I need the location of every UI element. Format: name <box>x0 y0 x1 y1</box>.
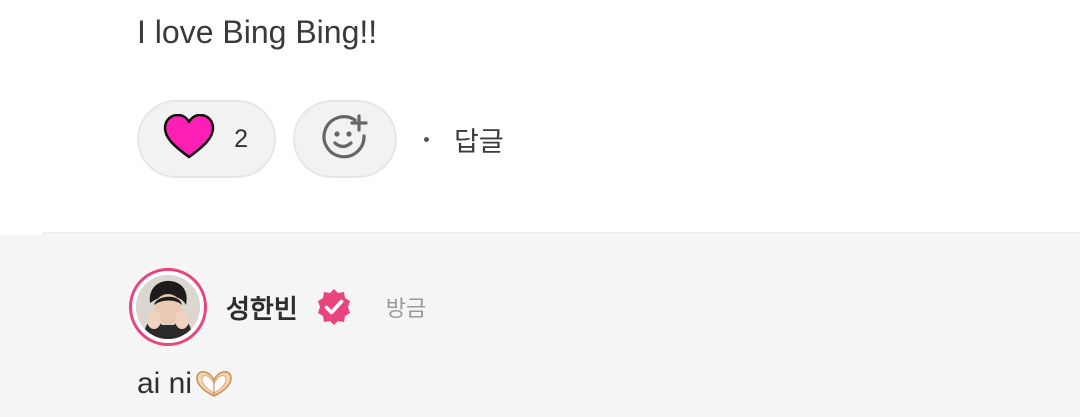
add-emoji-icon <box>320 112 370 167</box>
reply-body: ai ni <box>137 367 234 401</box>
reply-item: 성한빈 방금 ai ni <box>0 232 1080 417</box>
separator-dot <box>424 136 429 142</box>
timestamp: 방금 <box>385 297 427 322</box>
reply-text: ai ni <box>137 367 193 400</box>
comment-thread: I love Bing Bing!! 2 답글 성한빈 방금 ai ni <box>0 0 1080 417</box>
comment-actions: 2 답글 <box>137 100 504 178</box>
like-count: 2 <box>234 124 248 153</box>
author-name[interactable]: 성한빈 <box>226 289 298 326</box>
add-reaction-button[interactable] <box>293 100 397 178</box>
reply-header: 성한빈 방금 <box>226 285 426 329</box>
reply-button[interactable]: 답글 <box>454 120 504 159</box>
heart-hands-emoji <box>194 369 234 399</box>
verified-badge-icon <box>314 287 354 327</box>
section-divider <box>0 232 42 235</box>
comment-body: I love Bing Bing!! <box>137 14 378 50</box>
avatar-photo <box>136 275 200 339</box>
like-button[interactable]: 2 <box>137 100 276 178</box>
heart-icon <box>163 113 215 165</box>
avatar[interactable] <box>129 268 207 346</box>
